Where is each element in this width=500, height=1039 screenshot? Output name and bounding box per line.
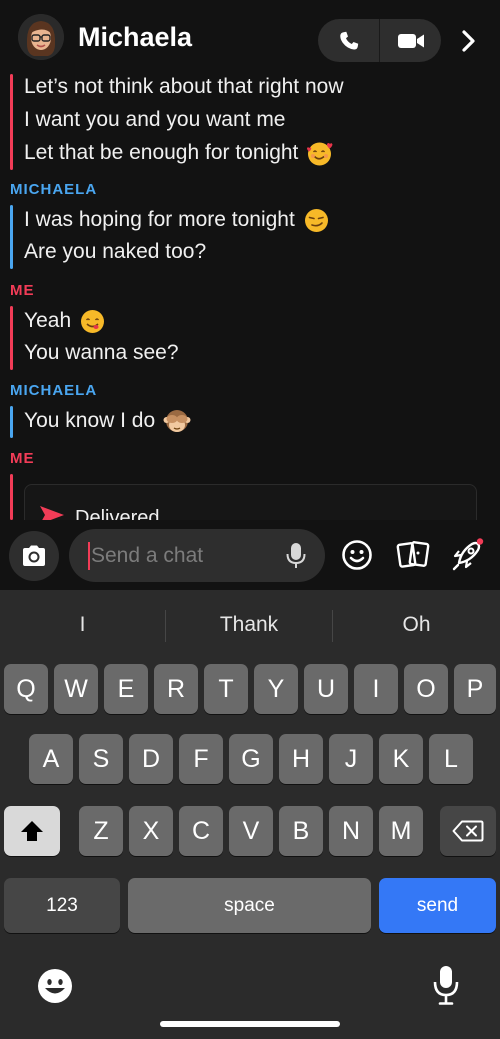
- sender-label: ME: [10, 450, 35, 467]
- key-a[interactable]: A: [29, 734, 73, 784]
- rocket-icon: [452, 538, 484, 571]
- numbers-key[interactable]: 123: [4, 878, 120, 933]
- contact-name[interactable]: Michaela: [78, 22, 192, 53]
- delivered-status: Delivered: [75, 507, 160, 520]
- key-c[interactable]: C: [179, 806, 223, 856]
- sender-bar-other: [10, 205, 13, 269]
- smirking-face-icon: [303, 207, 328, 232]
- key-w[interactable]: W: [54, 664, 98, 714]
- chat-input-placeholder: Send a chat: [91, 544, 204, 567]
- smiley-icon: [342, 540, 372, 570]
- key-p[interactable]: P: [454, 664, 496, 714]
- predictive-bar: I Thank Oh: [0, 590, 500, 660]
- key-x[interactable]: X: [129, 806, 173, 856]
- key-r[interactable]: R: [154, 664, 198, 714]
- sent-arrow-icon: [40, 506, 64, 520]
- face-savoring-food-icon: [79, 308, 105, 333]
- delivered-snap-card[interactable]: Delivered: [24, 484, 477, 520]
- chevron-right-icon: [462, 30, 475, 52]
- sender-bar-me: [10, 306, 13, 370]
- more-button[interactable]: [452, 22, 486, 60]
- key-y[interactable]: Y: [254, 664, 298, 714]
- keyboard: I Thank Oh Q W E R T Y U I O P A S D F G…: [0, 590, 500, 1039]
- key-l[interactable]: L: [429, 734, 473, 784]
- key-u[interactable]: U: [304, 664, 348, 714]
- send-key[interactable]: send: [379, 878, 496, 933]
- key-i[interactable]: I: [354, 664, 398, 714]
- shift-arrow-icon: [21, 821, 43, 841]
- sender-bar-me: [10, 74, 13, 170]
- key-j[interactable]: J: [329, 734, 373, 784]
- message-text: You know I do: [24, 408, 156, 432]
- home-indicator[interactable]: [160, 1021, 340, 1027]
- dictation-button[interactable]: [428, 962, 464, 1008]
- microphone-icon: [433, 966, 459, 1005]
- key-k[interactable]: K: [379, 734, 423, 784]
- suggestion-item[interactable]: Thank: [166, 590, 332, 660]
- suggestion-item[interactable]: I: [0, 590, 165, 660]
- message-text: Yeah: [24, 308, 72, 332]
- call-controls: [318, 19, 441, 62]
- message-text: Let’s not think about that right now: [24, 75, 344, 98]
- message-line: You know I do: [24, 408, 191, 433]
- message-text: Are you naked too?: [24, 240, 207, 263]
- message-line: Let that be enough for tonight: [24, 140, 333, 166]
- emoji-keyboard-button[interactable]: [35, 966, 75, 1006]
- bitmoji-avatar[interactable]: [18, 14, 64, 60]
- key-m[interactable]: M: [379, 806, 423, 856]
- camera-button[interactable]: [9, 531, 59, 581]
- message-line: I was hoping for more tonight: [24, 207, 328, 232]
- message-text: I was hoping for more tonight: [24, 207, 295, 231]
- key-t[interactable]: T: [204, 664, 248, 714]
- backspace-icon: [452, 820, 484, 842]
- phone-icon: [339, 31, 358, 50]
- text-caret: [88, 542, 90, 570]
- backspace-key[interactable]: [440, 806, 496, 856]
- message-text: You wanna see?: [24, 341, 179, 364]
- sender-bar-other: [10, 406, 13, 438]
- key-b[interactable]: B: [279, 806, 323, 856]
- message-text: I want you and you want me: [24, 108, 286, 131]
- emoji-button[interactable]: [340, 538, 374, 572]
- chat-header: Michaela: [0, 0, 500, 74]
- games-button[interactable]: [450, 538, 484, 572]
- message-list[interactable]: Let’s not think about that right now I w…: [0, 74, 500, 520]
- key-d[interactable]: D: [129, 734, 173, 784]
- key-n[interactable]: N: [329, 806, 373, 856]
- voice-call-button[interactable]: [318, 19, 379, 62]
- message-text: Let that be enough for tonight: [24, 140, 299, 164]
- sender-bar-me: [10, 474, 13, 520]
- space-key[interactable]: space: [128, 878, 371, 933]
- key-q[interactable]: Q: [4, 664, 48, 714]
- suggestion-item[interactable]: Oh: [333, 590, 500, 660]
- message-line: Yeah: [24, 308, 105, 333]
- microphone-icon[interactable]: [285, 541, 307, 571]
- key-z[interactable]: Z: [79, 806, 123, 856]
- key-f[interactable]: F: [179, 734, 223, 784]
- camera-icon: [23, 545, 45, 566]
- key-h[interactable]: H: [279, 734, 323, 784]
- video-call-button[interactable]: [380, 19, 441, 62]
- stickers-button[interactable]: [396, 538, 430, 572]
- sender-label: MICHAELA: [10, 181, 98, 198]
- video-camera-icon: [397, 33, 424, 48]
- emoji-face-icon: [38, 969, 72, 1003]
- chat-composer: Send a chat: [0, 520, 500, 590]
- key-v[interactable]: V: [229, 806, 273, 856]
- see-no-evil-monkey-icon: [163, 408, 191, 433]
- key-o[interactable]: O: [404, 664, 448, 714]
- smiling-face-with-hearts-icon: [306, 140, 333, 166]
- shift-key[interactable]: [4, 806, 60, 856]
- key-g[interactable]: G: [229, 734, 273, 784]
- key-s[interactable]: S: [79, 734, 123, 784]
- sender-label: ME: [10, 282, 35, 299]
- stickers-icon: [396, 541, 430, 568]
- sender-label: MICHAELA: [10, 382, 98, 399]
- key-e[interactable]: E: [104, 664, 148, 714]
- chat-input[interactable]: Send a chat: [69, 529, 325, 582]
